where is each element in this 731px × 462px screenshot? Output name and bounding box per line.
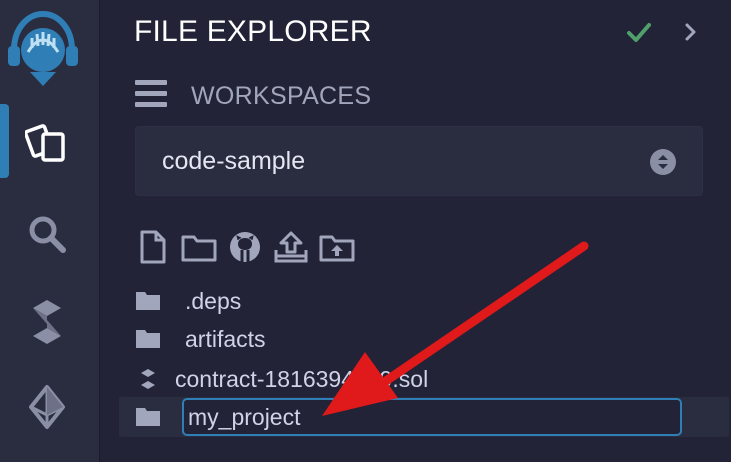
solidity-compiler-rail-button[interactable]	[20, 295, 74, 349]
tree-item-file[interactable]: contract-1816394059.sol	[135, 362, 428, 396]
file-toolbar	[135, 229, 355, 265]
active-indicator	[0, 104, 9, 178]
select-arrows-icon	[650, 149, 676, 175]
upload-folder-button[interactable]	[319, 229, 355, 265]
tree-item-folder[interactable]: .deps	[135, 284, 241, 318]
file-explorer-rail-button[interactable]	[20, 115, 74, 169]
folder-icon	[135, 328, 161, 350]
hamburger-icon[interactable]	[135, 80, 167, 108]
workspace-select[interactable]: code-sample	[135, 126, 703, 196]
upload-button[interactable]	[273, 229, 309, 265]
chevron-right-icon[interactable]	[681, 20, 701, 44]
folder-icon	[135, 406, 161, 428]
solidity-icon	[33, 300, 61, 344]
tree-item-label: contract-1816394059.sol	[175, 365, 429, 392]
folder-icon	[135, 290, 161, 312]
tree-item-label: .deps	[185, 287, 242, 314]
github-icon	[230, 232, 260, 262]
ethereum-icon	[29, 385, 65, 429]
workspaces-label: WORKSPACES	[191, 82, 372, 110]
upload-icon	[274, 231, 308, 263]
icon-rail	[0, 0, 100, 462]
tree-item-folder[interactable]: artifacts	[135, 322, 266, 356]
workspace-select-value: code-sample	[162, 147, 306, 175]
rename-folder-input[interactable]	[182, 398, 682, 436]
new-file-button[interactable]	[135, 229, 171, 265]
github-button[interactable]	[227, 229, 263, 265]
search-rail-button[interactable]	[20, 207, 74, 261]
search-icon	[29, 216, 66, 253]
file-explorer-panel: FILE EXPLORER WORKSPACES code-sample .de…	[101, 0, 731, 462]
remix-logo-icon[interactable]	[6, 8, 80, 88]
panel-title: FILE EXPLORER	[134, 15, 372, 48]
upload-folder-icon	[319, 235, 355, 262]
tree-item-label: artifacts	[185, 325, 266, 352]
deploy-run-rail-button[interactable]	[20, 380, 74, 434]
new-file-icon	[140, 230, 166, 264]
tree-item-folder-editing[interactable]	[119, 397, 729, 437]
new-folder-icon	[181, 235, 217, 262]
check-icon	[627, 23, 651, 42]
files-icon	[25, 124, 65, 162]
solidity-file-icon	[135, 368, 161, 390]
new-folder-button[interactable]	[181, 229, 217, 265]
